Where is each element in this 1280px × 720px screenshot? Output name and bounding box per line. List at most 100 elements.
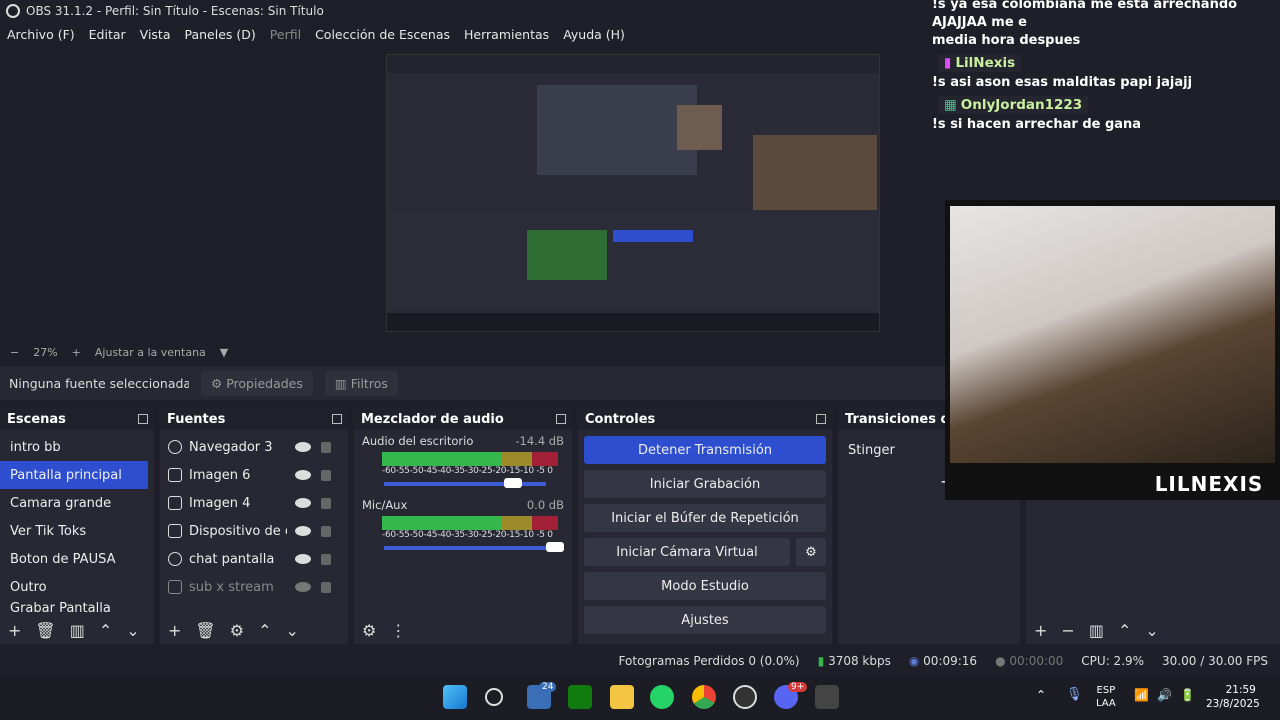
eye-icon[interactable] [295,470,311,480]
lock-icon[interactable] [321,525,331,537]
chat-message: !s ya esa colombiana me esta arrechando … [932,0,1238,30]
scene-item[interactable]: Outro [0,573,154,601]
add-icon[interactable]: + [168,621,181,640]
eye-icon[interactable] [295,498,311,508]
xbox-icon[interactable] [568,685,592,709]
source-item[interactable]: Imagen 4 [160,489,348,517]
eye-icon[interactable] [295,526,311,536]
browser-icon [168,552,182,566]
lock-icon[interactable] [321,441,331,453]
settings-button[interactable]: Ajustes [584,606,826,634]
filters-button[interactable]: ▥ Filtros [324,370,398,396]
speaker-icon[interactable]: 🔊 [1157,688,1172,702]
trash-icon[interactable]: 🗑 [195,621,215,640]
undock-icon[interactable] [816,414,826,424]
down-icon[interactable]: ⌄ [285,621,298,640]
menu-dots-icon[interactable]: ⋮ [390,621,406,640]
chrome-icon[interactable] [692,685,716,709]
lang-code: ESP [1096,685,1116,696]
scene-item[interactable]: Ver Tik Toks [0,517,154,545]
volume-slider[interactable] [384,542,564,552]
minus-icon[interactable]: − [1061,621,1074,640]
gear-icon[interactable]: ⚙ [230,621,244,640]
mixer-channel: Mic/Aux 0.0 dB -60-55-50-45-40-35-30-25-2… [354,494,572,554]
menu-ayuda[interactable]: Ayuda (H) [563,27,625,42]
search-icon[interactable] [485,688,503,706]
sources-toolbar: + 🗑 ⚙ ⌃ ⌄ [160,616,348,644]
menu-archivo[interactable]: Archivo (F) [7,27,75,42]
app-icon[interactable] [815,685,839,709]
volume-slider[interactable] [384,478,546,488]
source-item[interactable]: Navegador 3 [160,433,348,461]
lock-icon[interactable] [321,553,331,565]
zoom-bar: − 27% + Ajustar a la ventana ▼ [0,344,930,360]
add-icon[interactable]: + [1034,621,1047,640]
source-item[interactable]: chat pantalla [160,545,348,573]
eye-hidden-icon[interactable] [295,582,311,592]
eye-icon[interactable] [295,442,311,452]
language-indicator[interactable]: ESP LAA [1096,684,1116,710]
lock-icon[interactable] [321,497,331,509]
scene-item[interactable]: Boton de PAUSA [0,545,154,573]
filter-icon[interactable]: ▥ [1089,621,1104,640]
menu-bar: Archivo (F) Editar Vista Paneles (D) Per… [0,22,930,46]
eye-icon[interactable] [295,554,311,564]
scene-item[interactable]: Grabar Pantalla [0,601,154,614]
wifi-icon[interactable]: 📶 [1134,688,1149,702]
folder-icon[interactable] [610,685,634,709]
source-item[interactable]: Imagen 6 [160,461,348,489]
zoom-in-button[interactable]: + [72,346,81,359]
source-item[interactable]: Dispositivo de ca [160,517,348,545]
slider-knob[interactable] [504,478,522,488]
source-item[interactable]: sub x stream [160,573,348,601]
whatsapp-icon[interactable] [650,685,674,709]
lock-icon[interactable] [321,469,331,481]
down-icon[interactable]: ⌄ [126,621,139,640]
windows-start-icon[interactable] [443,685,467,709]
scene-item[interactable]: intro bb [0,433,154,461]
menu-herramientas[interactable]: Herramientas [464,27,549,42]
channel-name: Mic/Aux [362,498,408,512]
obs-icon[interactable] [733,685,757,709]
tray-chevron-icon[interactable]: ⌃ [1036,688,1046,702]
properties-button[interactable]: ⚙ Propiedades [201,370,313,396]
studio-mode-button[interactable]: Modo Estudio [584,572,826,600]
down-icon[interactable]: ⌄ [1145,621,1158,640]
sources-title: Fuentes [167,411,226,427]
advanced-audio-icon[interactable]: ⚙ [362,621,376,640]
scene-item[interactable]: Camara grande [0,489,154,517]
stream-time-value: 00:09:16 [923,654,978,668]
chat-message: !s asi ason esas malditas papi jajajj [932,75,1193,90]
zoom-out-button[interactable]: − [10,346,19,359]
battery-icon[interactable]: 🔋 [1180,688,1195,702]
virtual-camera-button[interactable]: Iniciar Cámara Virtual [584,538,790,566]
add-icon[interactable]: + [8,621,21,640]
mic-icon[interactable]: 🎙 [1066,687,1083,702]
start-recording-button[interactable]: Iniciar Grabación [584,470,826,498]
clock[interactable]: 21:59 23/8/2025 [1206,683,1260,711]
virtual-camera-settings-icon[interactable]: ⚙ [796,538,826,566]
menu-editar[interactable]: Editar [89,27,126,42]
zoom-dropdown-icon[interactable]: ▼ [220,346,228,359]
replay-buffer-button[interactable]: Iniciar el Búfer de Repetición [584,504,826,532]
lock-icon[interactable] [321,581,331,593]
filter-icon[interactable]: ▥ [70,621,85,640]
window-title: OBS 31.1.2 - Perfil: Sin Título - Escena… [26,4,324,18]
source-name: chat pantalla [189,551,275,567]
up-icon[interactable]: ⌃ [1118,621,1131,640]
up-icon[interactable]: ⌃ [99,621,112,640]
trash-icon[interactable]: 🗑 [35,621,55,640]
undock-icon[interactable] [138,414,148,424]
scene-item-selected[interactable]: Pantalla principal [0,461,148,489]
undock-icon[interactable] [332,414,342,424]
mixer-title: Mezclador de audio [361,411,504,427]
zoom-fit[interactable]: Ajustar a la ventana [95,346,206,359]
undock-icon[interactable] [556,414,566,424]
menu-perfil[interactable]: Perfil [270,27,301,42]
menu-vista[interactable]: Vista [140,27,171,42]
stop-stream-button[interactable]: Detener Transmisión [584,436,826,464]
menu-paneles[interactable]: Paneles (D) [185,27,256,42]
menu-coleccion[interactable]: Colección de Escenas [315,27,450,42]
up-icon[interactable]: ⌃ [258,621,271,640]
slider-knob[interactable] [546,542,564,552]
